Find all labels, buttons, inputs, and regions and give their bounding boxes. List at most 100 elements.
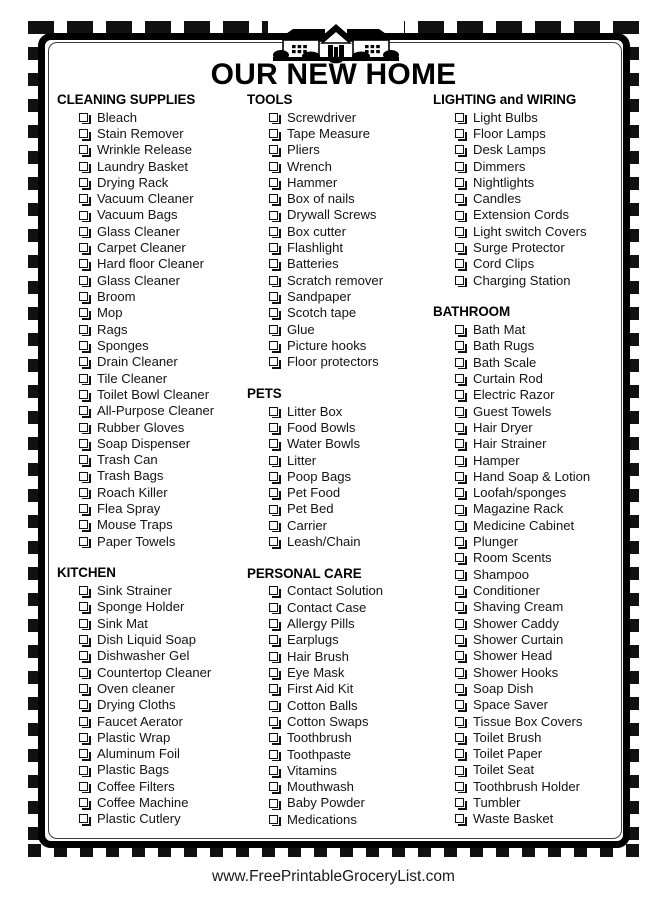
list-item[interactable]: Drain Cleaner — [57, 354, 247, 370]
list-item[interactable]: Carpet Cleaner — [57, 240, 247, 256]
list-item[interactable]: Vacuum Bags — [57, 207, 247, 223]
list-item[interactable]: Sink Strainer — [57, 582, 247, 598]
list-item[interactable]: Trash Bags — [57, 468, 247, 484]
empty-checkbox-icon[interactable] — [455, 259, 467, 272]
empty-checkbox-icon[interactable] — [269, 635, 281, 647]
empty-checkbox-icon[interactable] — [455, 243, 467, 255]
empty-checkbox-icon[interactable] — [269, 324, 281, 337]
empty-checkbox-icon[interactable] — [269, 112, 281, 125]
empty-checkbox-icon[interactable] — [269, 668, 281, 680]
empty-checkbox-icon[interactable] — [455, 226, 467, 239]
empty-checkbox-icon[interactable] — [455, 422, 467, 435]
empty-checkbox-icon[interactable] — [79, 455, 91, 467]
empty-checkbox-icon[interactable] — [79, 765, 91, 778]
list-item[interactable]: Poop Bags — [247, 468, 433, 484]
list-item[interactable]: Shower Head — [433, 648, 613, 664]
list-item[interactable]: Earplugs — [247, 632, 433, 648]
list-item[interactable]: Cord Clips — [433, 256, 613, 272]
empty-checkbox-icon[interactable] — [269, 520, 281, 533]
empty-checkbox-icon[interactable] — [455, 683, 467, 696]
list-item[interactable]: Floor protectors — [247, 354, 433, 370]
list-item[interactable]: Soap Dish — [433, 680, 613, 696]
empty-checkbox-icon[interactable] — [455, 128, 467, 141]
list-item[interactable]: Extension Cords — [433, 207, 613, 223]
empty-checkbox-icon[interactable] — [455, 177, 467, 190]
list-item[interactable]: Hand Soap & Lotion — [433, 468, 613, 484]
list-item[interactable]: Toilet Paper — [433, 746, 613, 762]
list-item[interactable]: Screwdriver — [247, 109, 433, 125]
list-item[interactable]: Contact Solution — [247, 583, 433, 599]
empty-checkbox-icon[interactable] — [455, 602, 467, 614]
list-item[interactable]: Dish Liquid Soap — [57, 631, 247, 647]
empty-checkbox-icon[interactable] — [455, 112, 467, 125]
list-item[interactable]: Hair Dryer — [433, 419, 613, 435]
empty-checkbox-icon[interactable] — [269, 161, 281, 174]
empty-checkbox-icon[interactable] — [269, 259, 281, 272]
list-item[interactable]: Shower Hooks — [433, 664, 613, 680]
list-item[interactable]: Baby Powder — [247, 795, 433, 811]
empty-checkbox-icon[interactable] — [455, 390, 467, 402]
list-item[interactable]: Plastic Cutlery — [57, 811, 247, 827]
list-item[interactable]: Tape Measure — [247, 125, 433, 141]
empty-checkbox-icon[interactable] — [455, 406, 467, 419]
empty-checkbox-icon[interactable] — [455, 471, 467, 484]
empty-checkbox-icon[interactable] — [269, 602, 281, 615]
empty-checkbox-icon[interactable] — [79, 357, 91, 369]
empty-checkbox-icon[interactable] — [269, 537, 281, 549]
empty-checkbox-icon[interactable] — [79, 177, 91, 190]
empty-checkbox-icon[interactable] — [79, 504, 91, 516]
empty-checkbox-icon[interactable] — [455, 553, 467, 566]
empty-checkbox-icon[interactable] — [269, 651, 281, 664]
empty-checkbox-icon[interactable] — [455, 586, 467, 598]
list-item[interactable]: Guest Towels — [433, 403, 613, 419]
list-item[interactable]: Countertop Cleaner — [57, 664, 247, 680]
empty-checkbox-icon[interactable] — [79, 814, 91, 827]
list-item[interactable]: Drying Cloths — [57, 697, 247, 713]
empty-checkbox-icon[interactable] — [455, 341, 467, 353]
list-item[interactable]: Rags — [57, 321, 247, 337]
empty-checkbox-icon[interactable] — [455, 749, 467, 761]
empty-checkbox-icon[interactable] — [269, 504, 281, 517]
empty-checkbox-icon[interactable] — [269, 619, 281, 631]
list-item[interactable]: Toilet Brush — [433, 729, 613, 745]
empty-checkbox-icon[interactable] — [455, 716, 467, 729]
empty-checkbox-icon[interactable] — [79, 324, 91, 337]
list-item[interactable]: Mop — [57, 305, 247, 321]
list-item[interactable]: Space Saver — [433, 697, 613, 713]
empty-checkbox-icon[interactable] — [79, 275, 91, 288]
list-item[interactable]: Carrier — [247, 517, 433, 533]
list-item[interactable]: Litter — [247, 452, 433, 468]
list-item[interactable]: Shampoo — [433, 566, 613, 582]
list-item[interactable]: Vitamins — [247, 762, 433, 778]
list-item[interactable]: Sandpaper — [247, 288, 433, 304]
empty-checkbox-icon[interactable] — [455, 488, 467, 500]
empty-checkbox-icon[interactable] — [455, 781, 467, 794]
list-item[interactable]: Broom — [57, 288, 247, 304]
empty-checkbox-icon[interactable] — [269, 782, 281, 794]
empty-checkbox-icon[interactable] — [269, 243, 281, 255]
list-item[interactable]: Scratch remover — [247, 272, 433, 288]
empty-checkbox-icon[interactable] — [455, 374, 467, 386]
list-item[interactable]: Batteries — [247, 256, 433, 272]
list-item[interactable]: Rubber Gloves — [57, 419, 247, 435]
empty-checkbox-icon[interactable] — [79, 651, 91, 663]
empty-checkbox-icon[interactable] — [269, 210, 281, 223]
list-item[interactable]: Vacuum Cleaner — [57, 191, 247, 207]
list-item[interactable]: Tissue Box Covers — [433, 713, 613, 729]
empty-checkbox-icon[interactable] — [455, 798, 467, 810]
empty-checkbox-icon[interactable] — [79, 112, 91, 125]
list-item[interactable]: Shower Caddy — [433, 615, 613, 631]
empty-checkbox-icon[interactable] — [455, 357, 467, 370]
empty-checkbox-icon[interactable] — [269, 798, 281, 811]
empty-checkbox-icon[interactable] — [269, 357, 281, 369]
empty-checkbox-icon[interactable] — [79, 406, 91, 418]
list-item[interactable]: Roach Killer — [57, 484, 247, 500]
list-item[interactable]: Hair Brush — [247, 648, 433, 664]
list-item[interactable]: Soap Dispenser — [57, 435, 247, 451]
list-item[interactable]: Bath Rugs — [433, 338, 613, 354]
list-item[interactable]: Aluminum Foil — [57, 746, 247, 762]
list-item[interactable]: Pliers — [247, 142, 433, 158]
list-item[interactable]: Toilet Bowl Cleaner — [57, 386, 247, 402]
empty-checkbox-icon[interactable] — [269, 128, 281, 141]
empty-checkbox-icon[interactable] — [79, 683, 91, 696]
